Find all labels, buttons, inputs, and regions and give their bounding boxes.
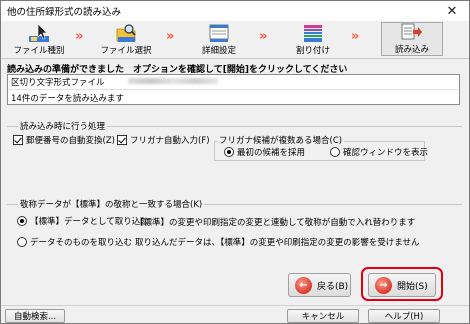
window-title: 他の住所録形式の読み込み [7, 7, 122, 18]
step-assign: 割り付け [283, 22, 343, 56]
import-dialog: 他の住所録形式の読み込み ✕ ファイル種別 » ファイル選択 » 詳細設定 » … [0, 0, 470, 324]
divider [1, 305, 469, 306]
step-arrow-icon: » [166, 29, 175, 44]
step-file-type: ファイル種別 [9, 22, 69, 56]
back-button[interactable]: ← 戻る(B) [288, 273, 351, 297]
columns-assign-icon [302, 23, 324, 43]
radio-import-as-is[interactable]: データそのものを取り込む [17, 236, 132, 248]
checkbox-icon[interactable] [117, 135, 127, 145]
furigana-group-label: フリガナ候補が複数ある場合(C) [217, 134, 345, 146]
file-format-text: 区切り文字形式ファイル [11, 78, 105, 88]
as-is-note: 取り込んだデータは、【標準】の変更や印刷指定の変更の影響を受けません [135, 238, 420, 248]
standard-note: 【標準】の変更や印刷指定の変更と連動して敬称が自動で入れ替わります [135, 218, 416, 228]
radio-icon[interactable] [330, 147, 340, 157]
step-arrow-icon: » [75, 29, 84, 44]
radio-first-candidate[interactable]: 最初の候補を採用 [224, 146, 305, 158]
settings-window-icon [208, 23, 230, 43]
help-button[interactable]: ヘルプ(H) [368, 309, 440, 323]
divider [1, 58, 469, 59]
step-detail-settings: 詳細設定 [189, 22, 249, 56]
cancel-button[interactable]: キャンセル [287, 309, 359, 323]
step-arrow-icon: » [259, 29, 268, 44]
radio-show-confirm[interactable]: 確認ウィンドウを表示 [330, 146, 428, 158]
folder-search-icon [115, 23, 137, 43]
postal-auto-convert-checkbox[interactable]: 郵便番号の自動変換(Z) [13, 134, 115, 146]
honorific-group-label: 敬称データが【標準】の敬称と一致する場合(K) [18, 198, 205, 210]
record-count-text: 14件のデータを読み込みます [11, 94, 124, 104]
step-arrow-icon: » [351, 29, 360, 44]
processing-group-label: 読み込み時に行う処理 [18, 120, 108, 132]
start-button-highlight [361, 267, 443, 301]
back-arrow-icon: ← [295, 276, 312, 294]
radio-import-as-standard[interactable]: 【標準】データとして取り込む [17, 215, 149, 227]
wizard-steps: ファイル種別 » ファイル選択 » 詳細設定 » 割り付け » 読み込み [1, 21, 469, 57]
step-file-select: ファイル選択 [96, 22, 156, 56]
step-import: 読み込み [381, 22, 443, 56]
info-box: 区切り文字形式ファイル 14件のデータを読み込みます [7, 74, 460, 105]
blurred-path [128, 78, 218, 84]
divider [8, 89, 459, 90]
title-bar: 他の住所録形式の読み込み ✕ [1, 1, 469, 21]
radio-icon[interactable] [17, 237, 27, 247]
close-icon[interactable]: ✕ [435, 1, 469, 21]
import-icon [401, 22, 423, 42]
radio-icon[interactable] [17, 216, 27, 226]
auto-search-button[interactable]: 自動検索... [5, 309, 65, 323]
cursor-step-icon [28, 23, 50, 43]
furigana-auto-checkbox[interactable]: フリガナ自動入力(F) [117, 134, 210, 146]
checkbox-icon[interactable] [13, 135, 23, 145]
radio-icon[interactable] [224, 147, 234, 157]
